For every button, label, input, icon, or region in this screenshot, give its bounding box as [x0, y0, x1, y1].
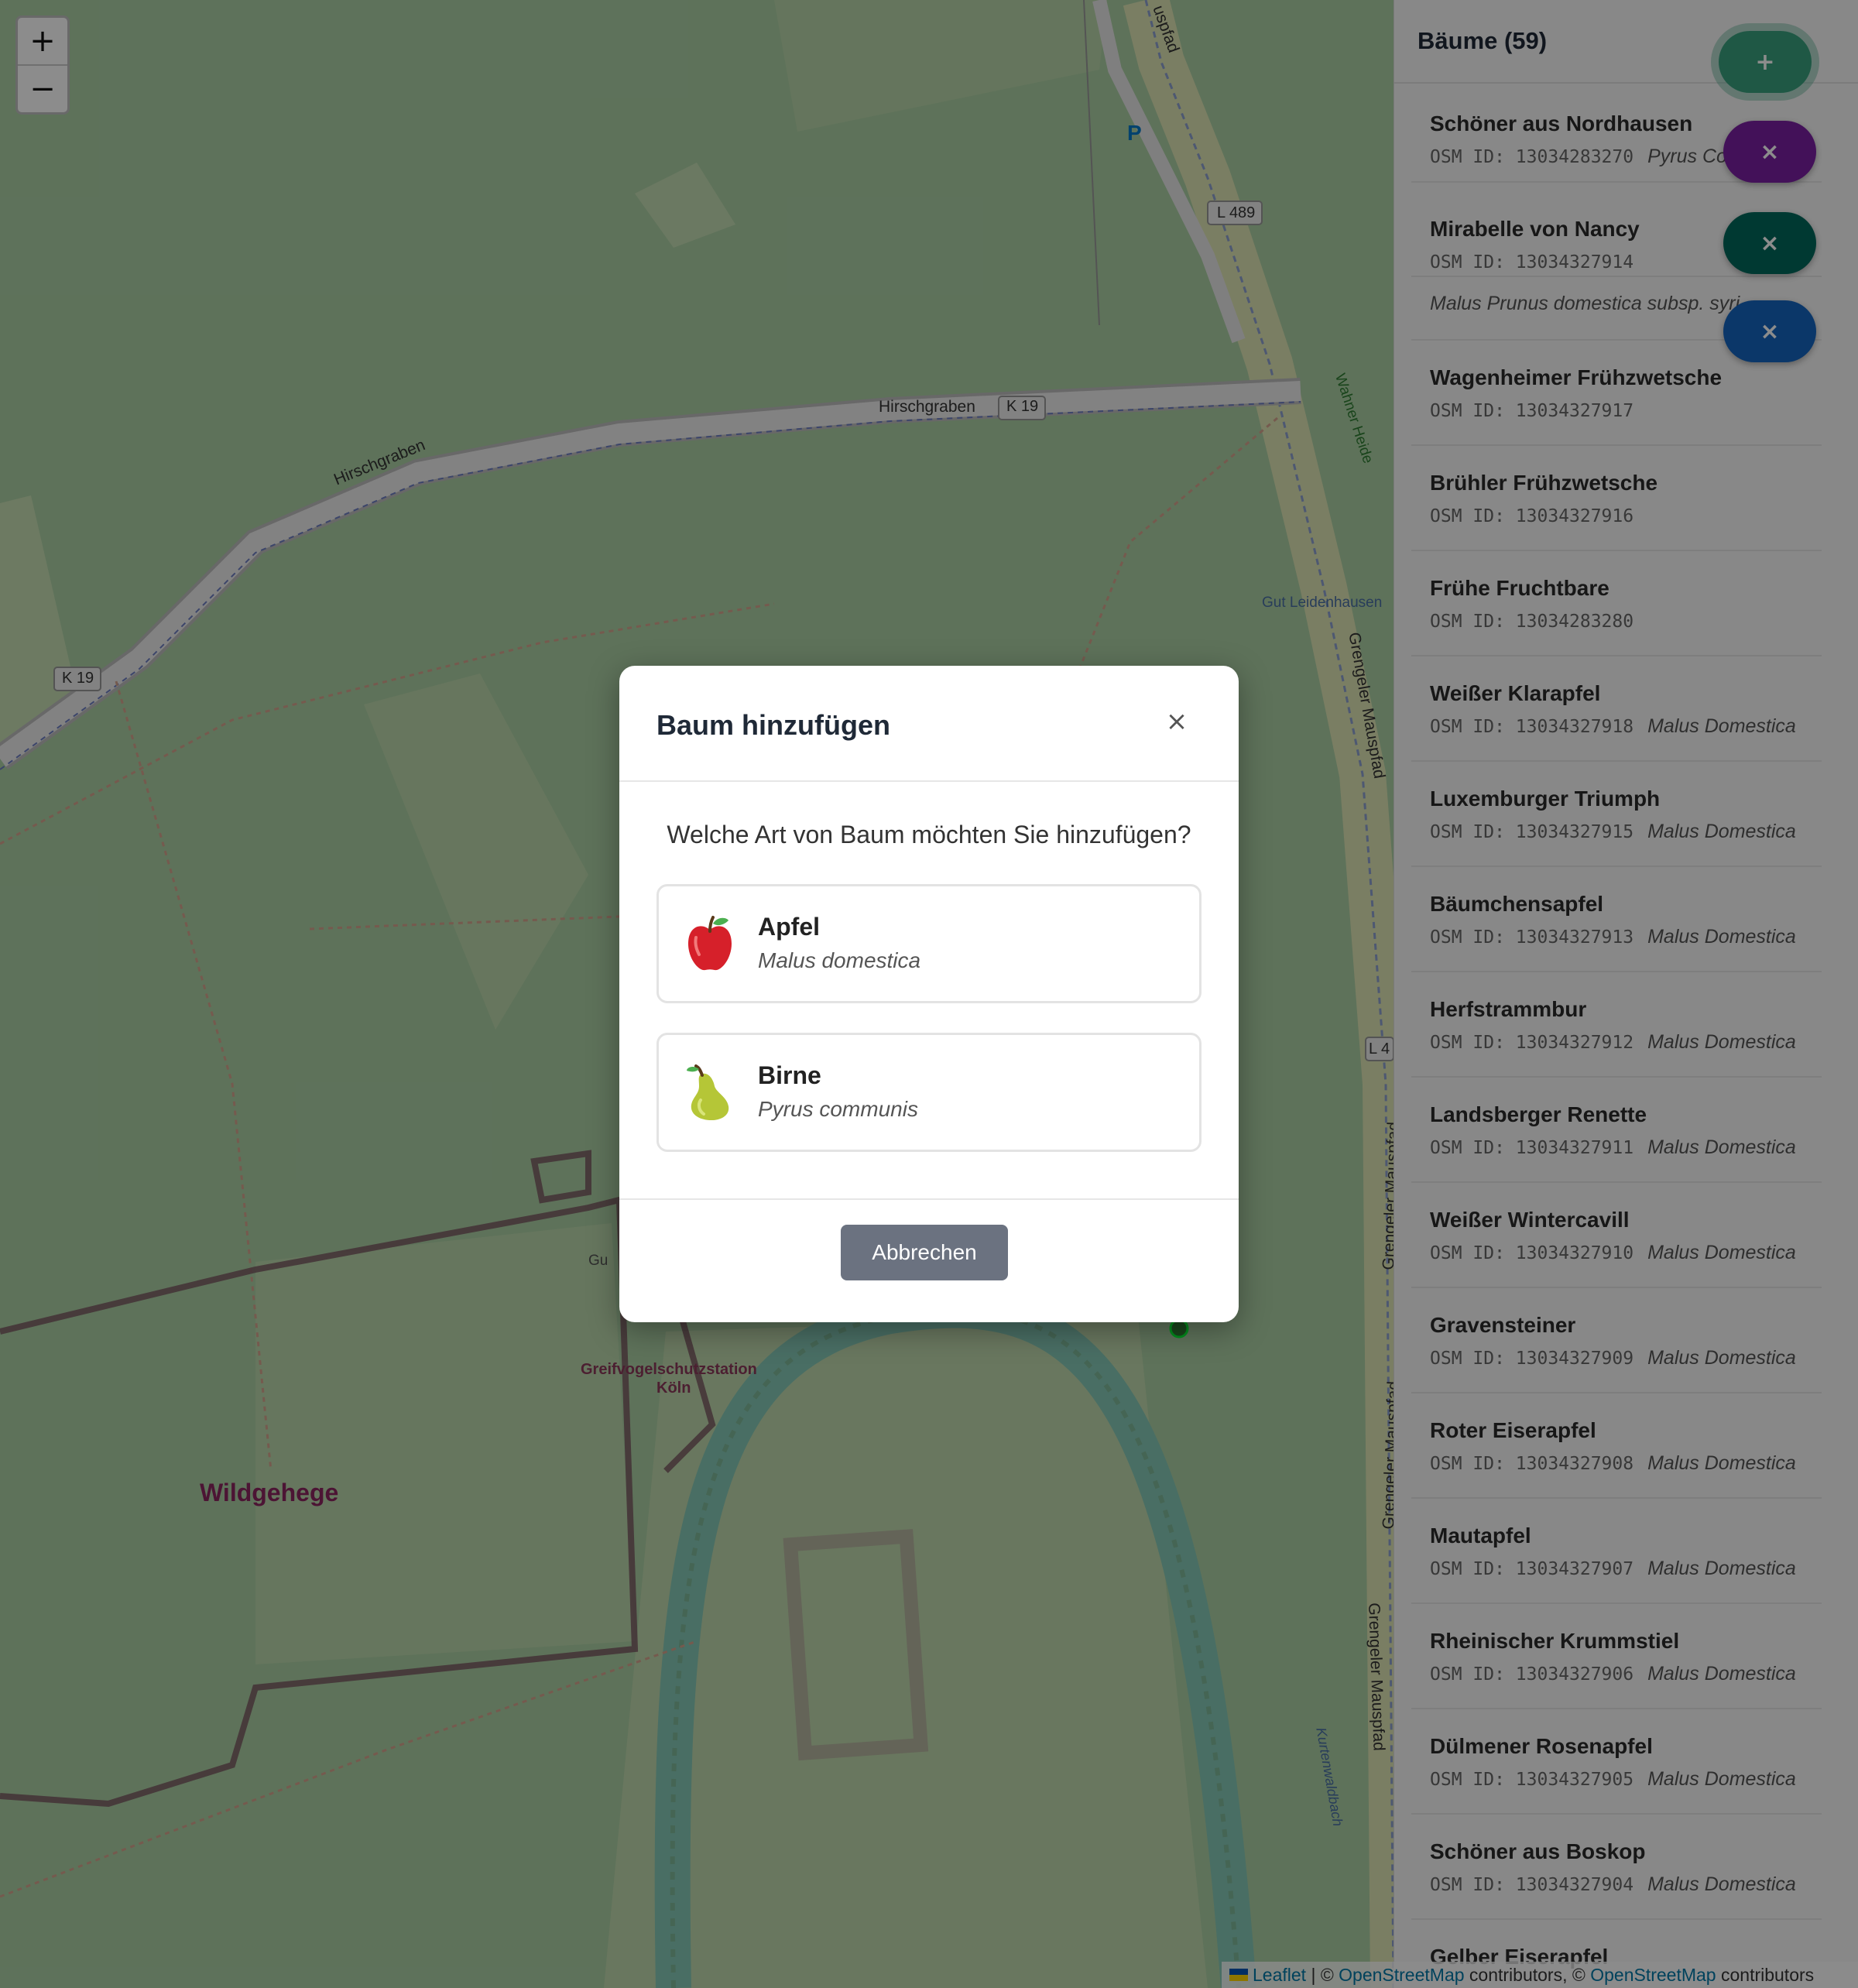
option-birne-name: Birne [758, 1061, 821, 1089]
option-birne-scientific: Pyrus communis [758, 1097, 918, 1121]
add-tree-dialog: Baum hinzufügen × Welche Art von Baum mö… [619, 666, 1239, 1322]
option-birne[interactable]: Birne Pyrus communis [656, 1033, 1202, 1152]
pear-icon [687, 1064, 729, 1120]
dialog-question: Welche Art von Baum möchten Sie hinzufüg… [667, 821, 1191, 848]
dialog-header: Baum hinzufügen × [619, 666, 1239, 782]
option-apfel-name: Apfel [758, 913, 820, 941]
option-apfel[interactable]: Apfel Malus domestica [656, 884, 1202, 1003]
close-icon[interactable]: × [1158, 703, 1195, 740]
apple-icon [688, 916, 732, 971]
dialog-title: Baum hinzufügen [656, 709, 890, 741]
cancel-button[interactable]: Abbrechen [841, 1225, 1008, 1280]
option-apfel-scientific: Malus domestica [758, 948, 921, 972]
